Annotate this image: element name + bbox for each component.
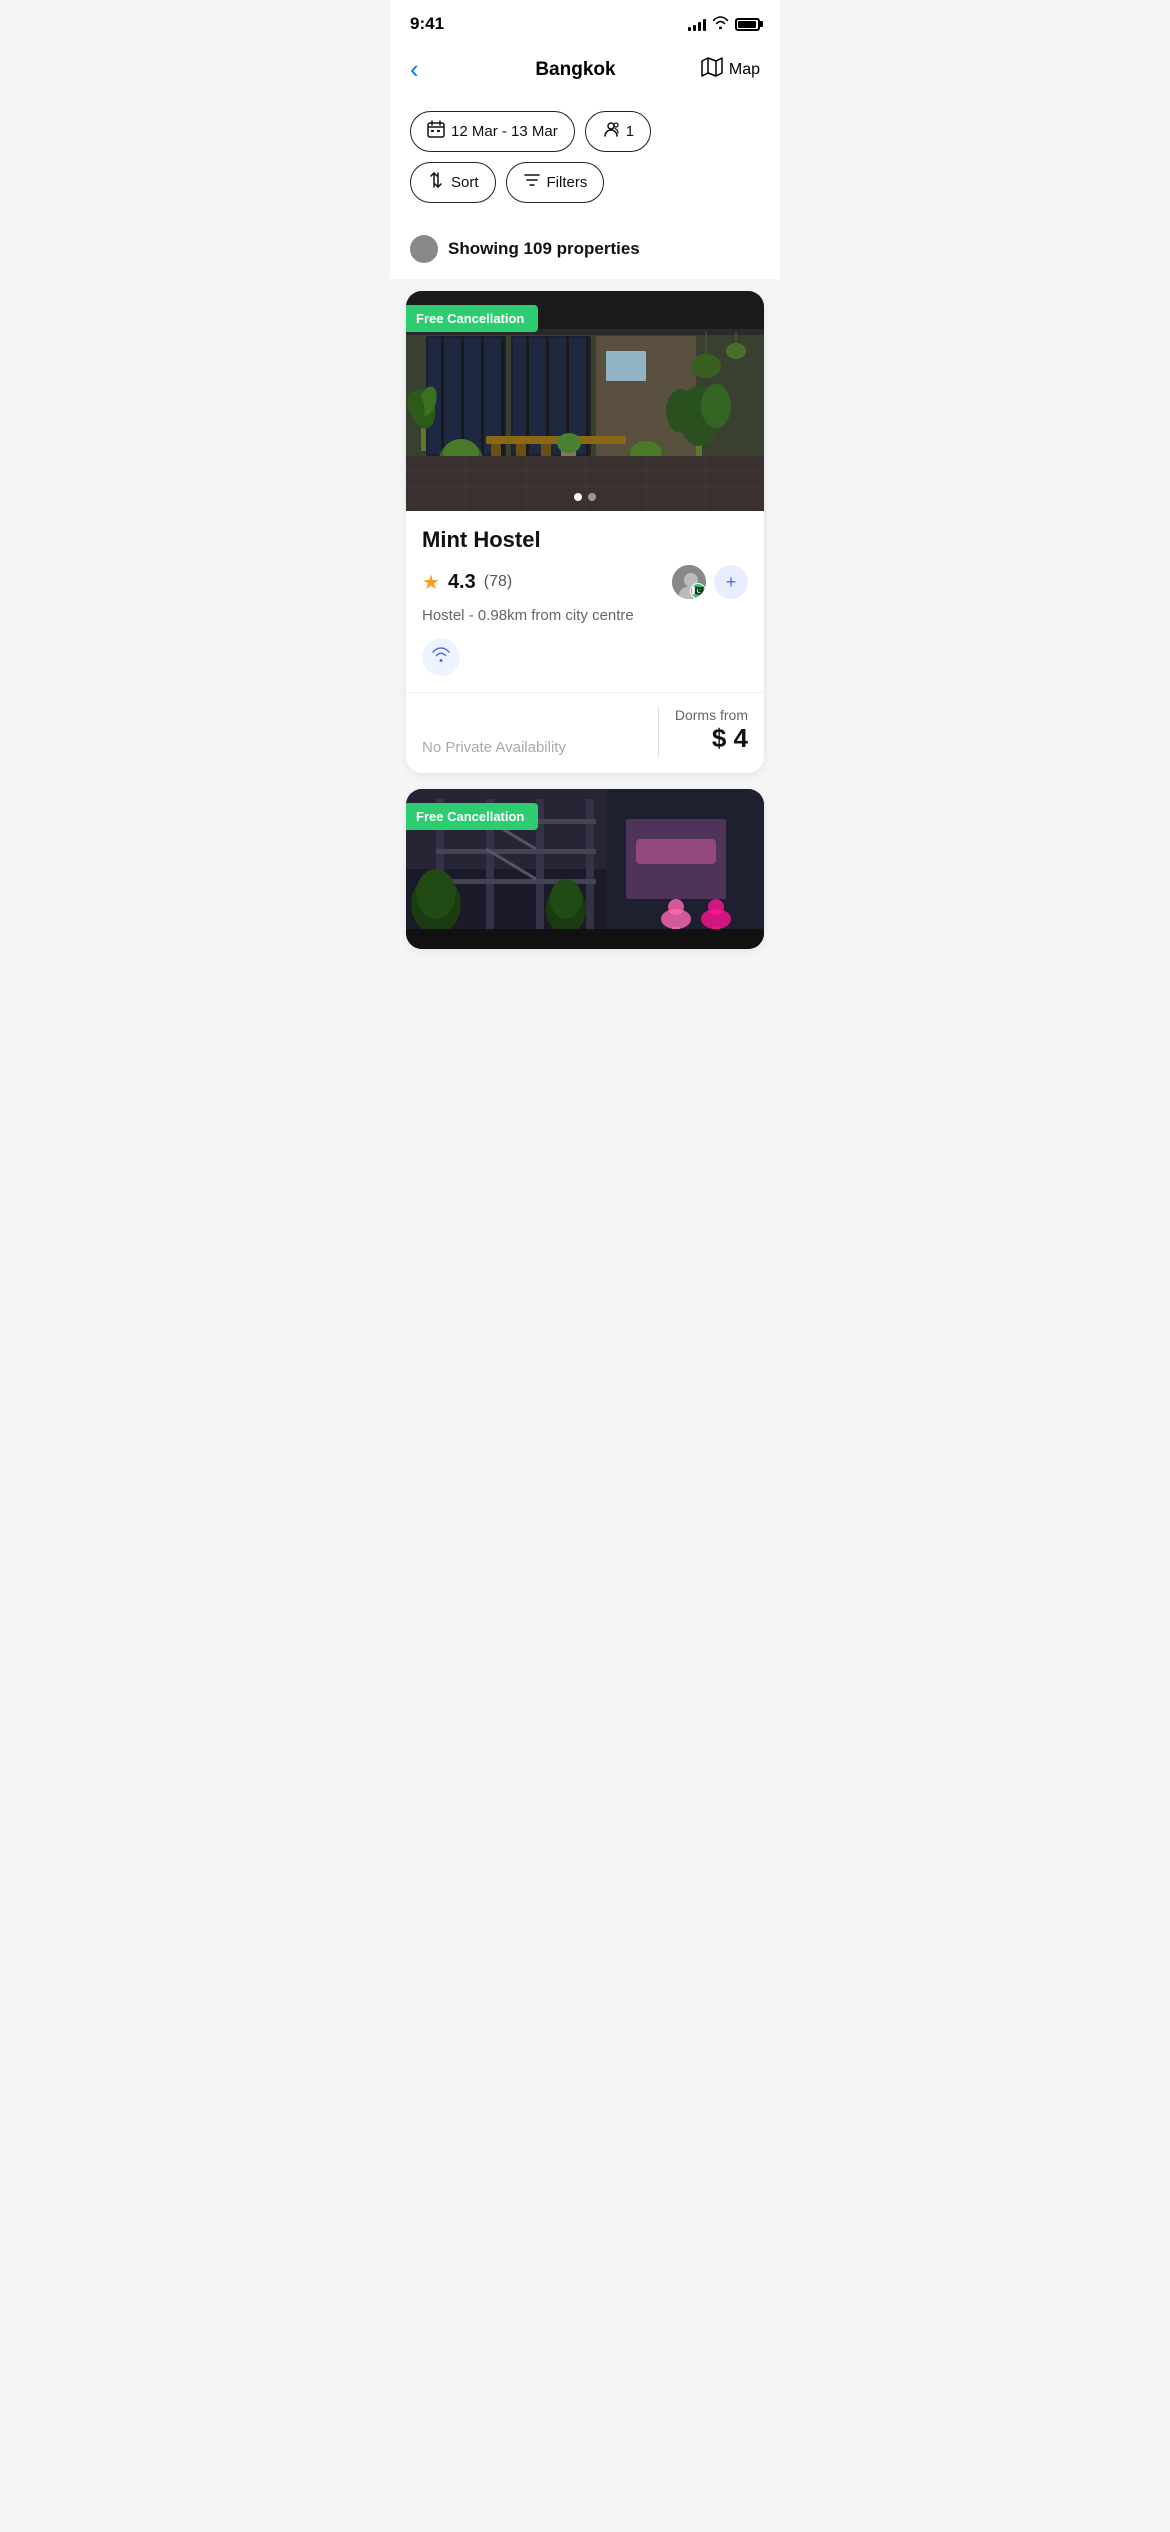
avatar-plus-button[interactable]: + <box>714 565 748 599</box>
wifi-amenity-chip <box>422 638 460 676</box>
filters-icon <box>523 171 541 194</box>
avatar: 🇵🇰 <box>670 563 708 601</box>
date-filter-chip[interactable]: 12 Mar - 13 Mar <box>410 111 575 152</box>
sort-filter-label: Sort <box>451 174 479 191</box>
pricing-row: No Private Availability Dorms from $ 4 <box>422 707 748 757</box>
filter-row-top: 12 Mar - 13 Mar 1 <box>410 111 760 152</box>
image-dot-1[interactable] <box>574 493 582 501</box>
wifi-amenity-icon <box>431 647 451 668</box>
dorms-label: Dorms from <box>675 707 748 723</box>
property-separator: - <box>469 607 478 624</box>
back-button[interactable]: ‹ <box>410 54 450 85</box>
free-cancellation-badge: Free Cancellation <box>406 305 538 332</box>
status-bar: 9:41 <box>390 0 780 42</box>
calendar-icon <box>427 120 445 143</box>
star-icon: ★ <box>422 570 440 595</box>
image-dot-2[interactable] <box>588 493 596 501</box>
status-time: 9:41 <box>410 14 444 34</box>
property-card-2[interactable]: Free Cancellation <box>406 789 764 949</box>
card-divider <box>406 692 764 693</box>
property-type: Hostel - 0.98km from city centre <box>422 607 748 624</box>
pricing-divider <box>658 707 659 757</box>
guests-filter-chip[interactable]: 1 <box>585 111 651 152</box>
rating-left: ★ 4.3 (78) <box>422 570 512 595</box>
flag-icon: 🇵🇰 <box>690 583 706 599</box>
filter-bar: 12 Mar - 13 Mar 1 <box>390 101 780 227</box>
map-icon <box>701 56 723 83</box>
property-name: Mint Hostel <box>422 527 748 553</box>
page-title: Bangkok <box>535 59 615 81</box>
guests-icon <box>602 120 620 143</box>
rating-count: (78) <box>484 573 512 591</box>
property-type-label: Hostel <box>422 607 465 624</box>
results-text: Showing 109 properties <box>448 239 640 259</box>
amenities-row <box>422 638 748 676</box>
card-image-container: Free Cancellation <box>406 291 764 511</box>
dorms-price: Dorms from $ 4 <box>675 707 748 757</box>
guests-filter-label: 1 <box>626 123 634 140</box>
date-filter-label: 12 Mar - 13 Mar <box>451 123 558 140</box>
card-body: Mint Hostel ★ 4.3 (78) 🇵🇰 <box>406 511 764 773</box>
results-info: Showing 109 properties <box>390 227 780 279</box>
battery-icon <box>735 18 760 31</box>
results-dot <box>410 235 438 263</box>
filters-chip[interactable]: Filters <box>506 162 605 203</box>
content-area: Free Cancellation Mint Hostel ★ 4.3 (78) <box>390 279 780 961</box>
filters-label: Filters <box>547 174 588 191</box>
dorms-amount: $ 4 <box>675 723 748 754</box>
rating-score: 4.3 <box>448 571 476 594</box>
sort-icon <box>427 171 445 194</box>
map-button[interactable]: Map <box>701 56 760 83</box>
image-dots <box>574 493 596 501</box>
map-label: Map <box>729 61 760 79</box>
property-card[interactable]: Free Cancellation Mint Hostel ★ 4.3 (78) <box>406 291 764 773</box>
no-private-text: No Private Availability <box>422 739 566 760</box>
status-icons <box>688 16 760 32</box>
wifi-icon <box>712 16 729 32</box>
rating-row: ★ 4.3 (78) 🇵🇰 + <box>422 563 748 601</box>
signal-bars-icon <box>688 17 706 31</box>
free-cancellation-badge-2: Free Cancellation <box>406 803 538 830</box>
sort-filter-chip[interactable]: Sort <box>410 162 496 203</box>
avatar-group: 🇵🇰 + <box>670 563 748 601</box>
header: ‹ Bangkok Map <box>390 42 780 101</box>
property-distance: 0.98km from city centre <box>478 607 634 624</box>
no-private-label: No Private Availability <box>422 739 566 757</box>
filter-row-bottom: Sort Filters <box>410 162 760 203</box>
